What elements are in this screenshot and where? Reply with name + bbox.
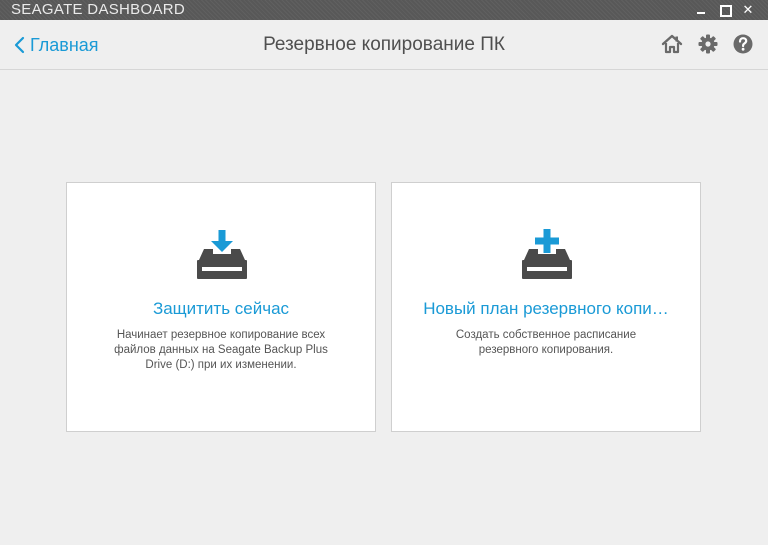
gear-icon[interactable]: [697, 33, 719, 55]
nav-bar: Главная Резервное копирование ПК: [0, 20, 768, 70]
backup-download-icon: [197, 230, 247, 279]
nav-divider: [0, 69, 768, 70]
add-plan-icon: [522, 229, 572, 279]
new-backup-plan-card[interactable]: Новый план резервного копи… Создать собс…: [391, 182, 701, 432]
app-window: SEAGATE DASHBOARD ✕ Главная Резервное ко…: [0, 0, 768, 545]
home-icon[interactable]: [661, 33, 683, 55]
new-backup-plan-description: Создать собственное расписание резервног…: [455, 329, 637, 356]
protect-now-description: Начинает резервное копирование всех файл…: [114, 329, 328, 371]
minimize-button[interactable]: [694, 2, 710, 18]
page-title: Резервное копирование ПК: [263, 34, 505, 55]
help-icon[interactable]: [732, 33, 754, 55]
new-backup-plan-title: Новый план резервного копи…: [423, 299, 669, 318]
close-button[interactable]: ✕: [740, 2, 756, 18]
maximize-button[interactable]: [717, 2, 733, 18]
title-bar[interactable]: SEAGATE DASHBOARD ✕: [0, 0, 768, 20]
protect-now-title: Защитить сейчас: [152, 299, 290, 318]
app-title: SEAGATE DASHBOARD: [11, 1, 186, 18]
protect-now-card[interactable]: Защитить сейчас Начинает резервное копир…: [66, 182, 376, 432]
